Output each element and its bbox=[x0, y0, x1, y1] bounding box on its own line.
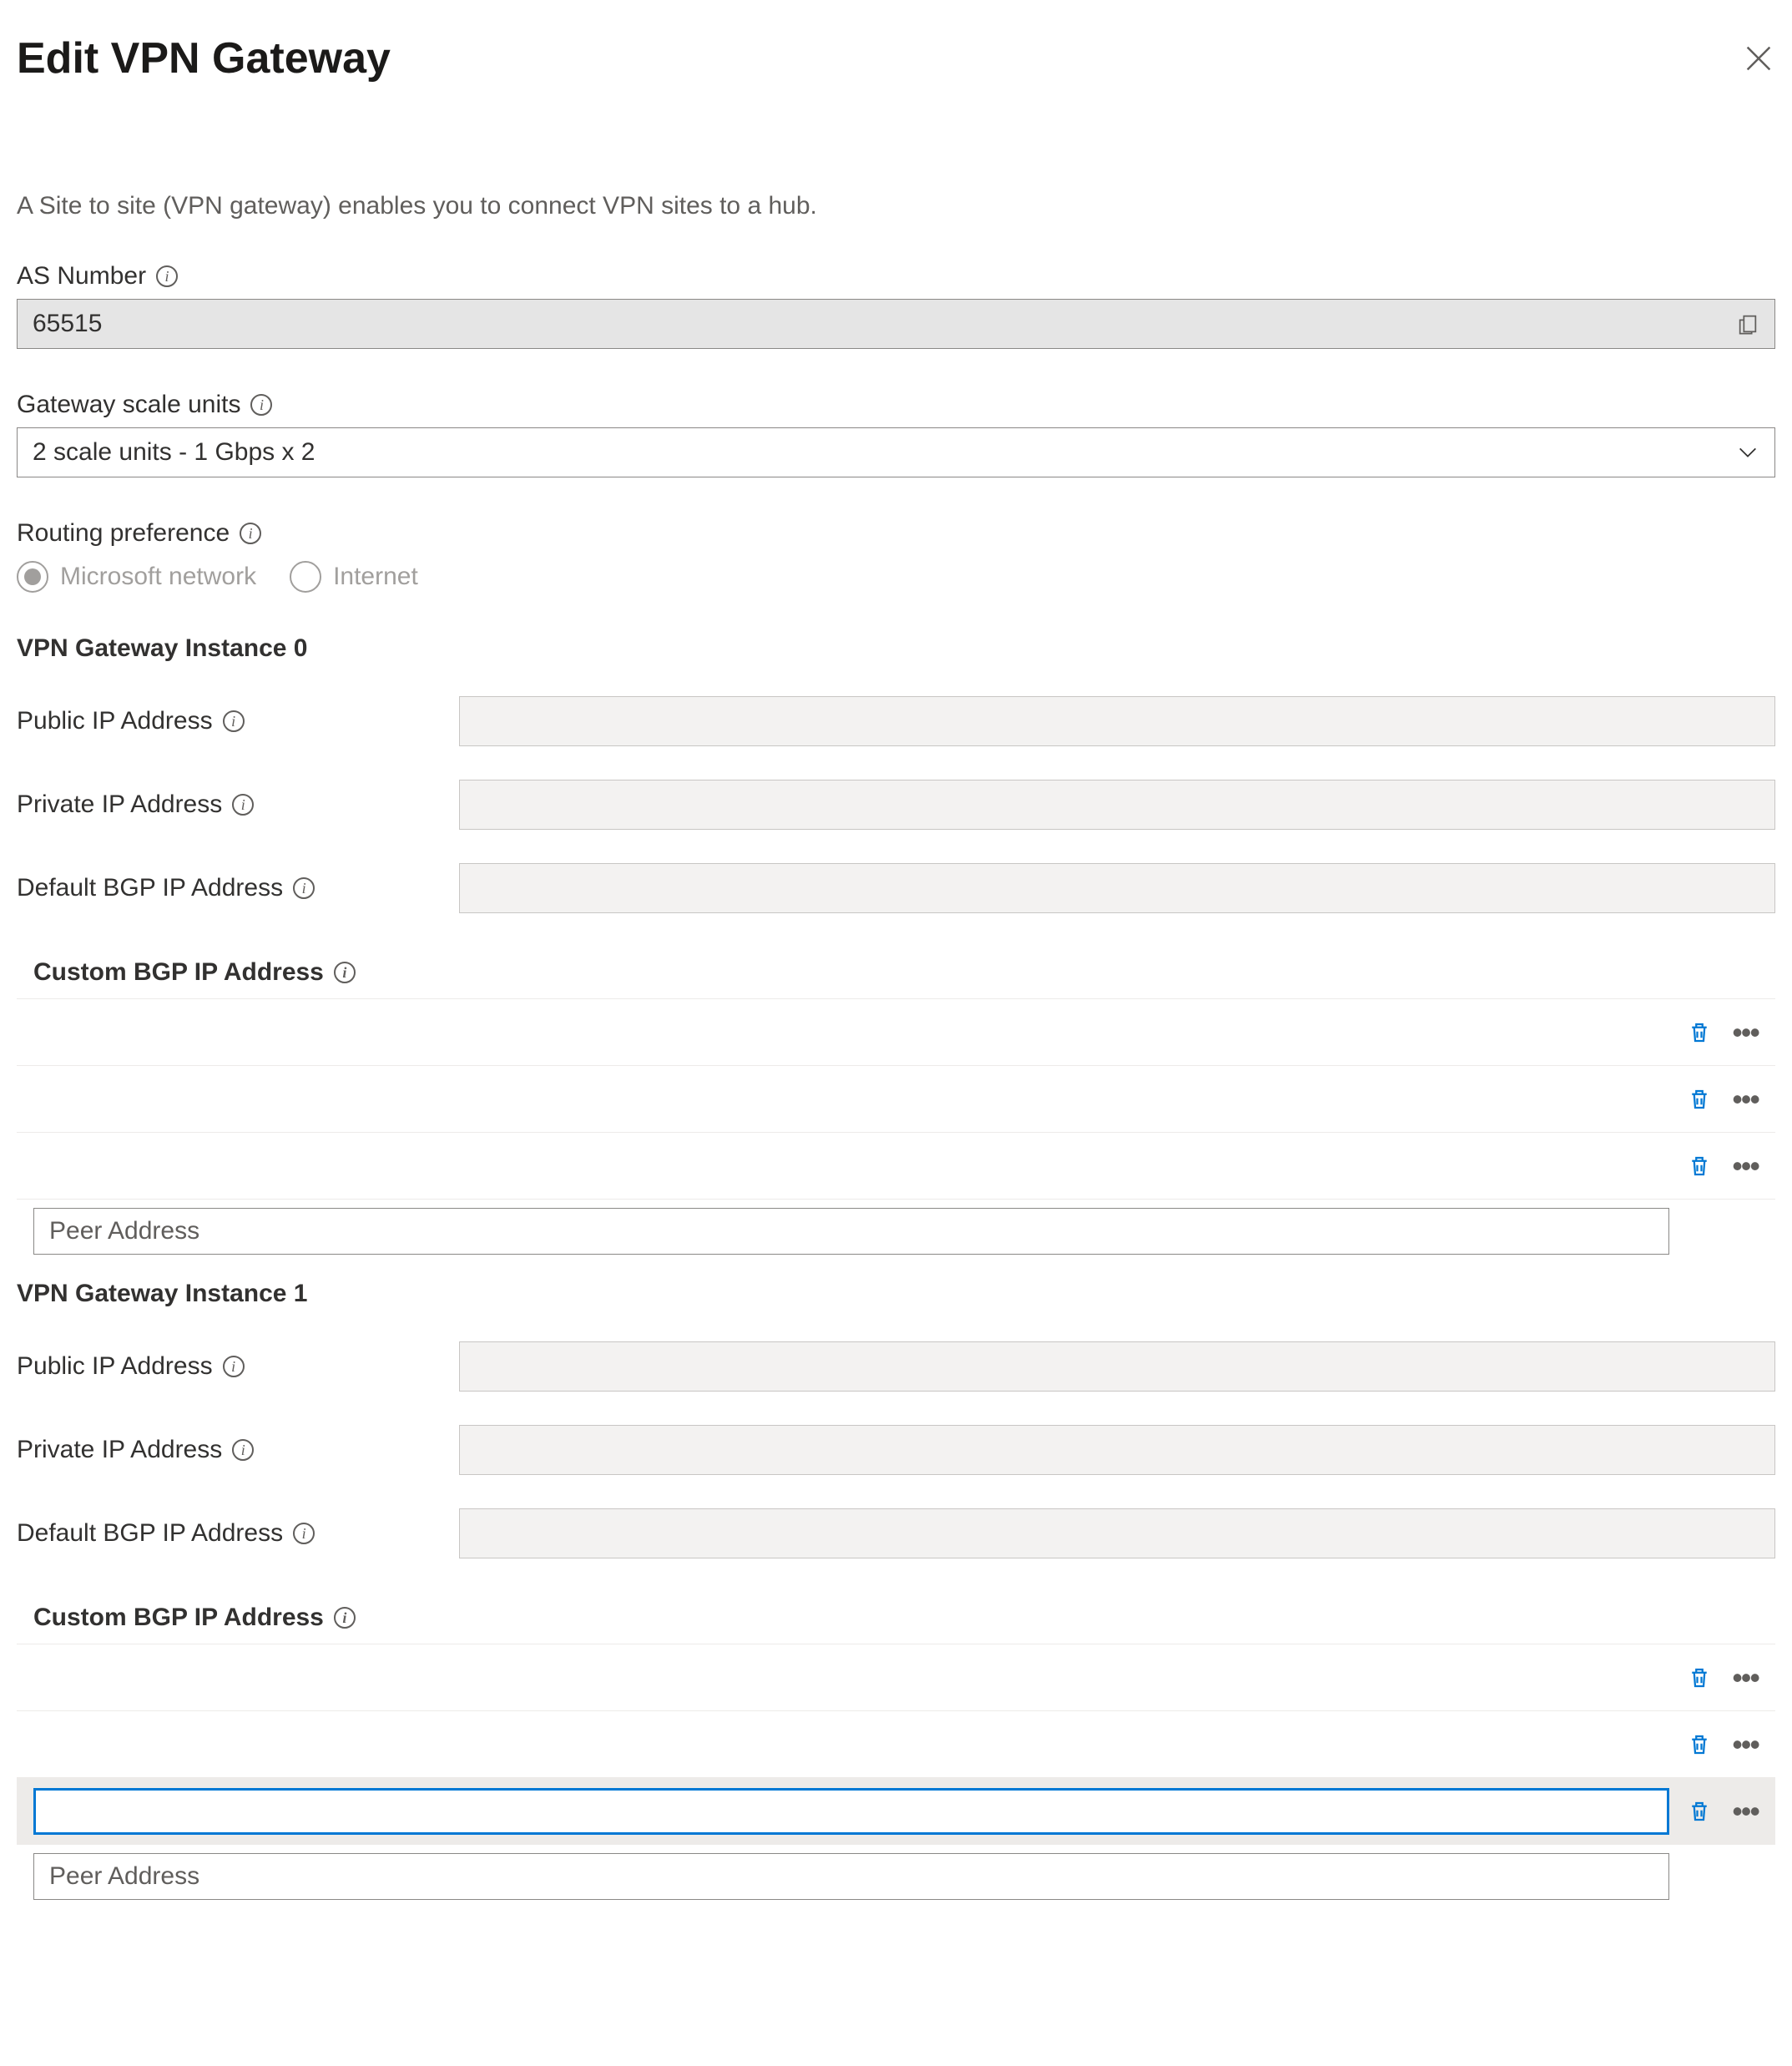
trash-icon[interactable] bbox=[1687, 1087, 1712, 1112]
custom-bgp-header-1: Custom BGP IP Address bbox=[33, 1604, 324, 1632]
more-icon[interactable]: ••• bbox=[1732, 1796, 1759, 1826]
info-icon[interactable]: i bbox=[156, 265, 178, 287]
custom-bgp-header-0: Custom BGP IP Address bbox=[33, 958, 324, 987]
description-text: A Site to site (VPN gateway) enables you… bbox=[17, 192, 1775, 220]
info-icon[interactable]: i bbox=[250, 394, 272, 416]
routing-pref-label: Routing preference bbox=[17, 519, 230, 548]
peer-address-input-0[interactable] bbox=[33, 1208, 1669, 1255]
instance-1-heading: VPN Gateway Instance 1 bbox=[17, 1280, 1775, 1308]
custom-bgp-row: ••• bbox=[17, 999, 1775, 1066]
close-button[interactable] bbox=[1742, 42, 1775, 75]
info-icon[interactable]: i bbox=[240, 523, 261, 544]
info-icon[interactable]: i bbox=[223, 710, 245, 732]
instance-0-heading: VPN Gateway Instance 0 bbox=[17, 634, 1775, 663]
custom-bgp-row-active[interactable]: ••• bbox=[17, 1778, 1775, 1845]
more-icon[interactable]: ••• bbox=[1732, 1084, 1759, 1114]
more-icon[interactable]: ••• bbox=[1732, 1018, 1759, 1048]
public-ip-field-1 bbox=[459, 1341, 1775, 1392]
more-icon[interactable]: ••• bbox=[1732, 1730, 1759, 1760]
custom-bgp-row: ••• bbox=[17, 1066, 1775, 1133]
trash-icon[interactable] bbox=[1687, 1799, 1712, 1824]
scale-units-label: Gateway scale units bbox=[17, 391, 240, 419]
info-icon[interactable]: i bbox=[334, 1607, 356, 1629]
info-icon[interactable]: i bbox=[223, 1356, 245, 1377]
as-number-value: 65515 bbox=[33, 310, 102, 338]
as-number-field: 65515 bbox=[17, 299, 1775, 349]
trash-icon[interactable] bbox=[1687, 1154, 1712, 1179]
info-icon[interactable]: i bbox=[334, 962, 356, 983]
public-ip-label: Public IP Address bbox=[17, 707, 213, 735]
more-icon[interactable]: ••• bbox=[1732, 1663, 1759, 1693]
routing-pref-internet-label: Internet bbox=[333, 563, 418, 591]
default-bgp-label: Default BGP IP Address bbox=[17, 874, 283, 902]
custom-bgp-row: ••• bbox=[17, 1133, 1775, 1200]
public-ip-field-0 bbox=[459, 696, 1775, 746]
routing-pref-ms-label: Microsoft network bbox=[60, 563, 256, 591]
scale-units-select[interactable]: 2 scale units - 1 Gbps x 2 bbox=[17, 427, 1775, 477]
info-icon[interactable]: i bbox=[293, 1523, 315, 1544]
private-ip-field-0 bbox=[459, 780, 1775, 830]
copy-icon[interactable] bbox=[1736, 312, 1759, 336]
default-bgp-label: Default BGP IP Address bbox=[17, 1519, 283, 1548]
peer-address-input-1[interactable] bbox=[33, 1853, 1669, 1900]
custom-bgp-row: ••• bbox=[17, 1711, 1775, 1778]
trash-icon[interactable] bbox=[1687, 1665, 1712, 1690]
chevron-down-icon bbox=[1736, 441, 1759, 464]
scale-units-value: 2 scale units - 1 Gbps x 2 bbox=[33, 438, 315, 467]
more-icon[interactable]: ••• bbox=[1732, 1151, 1759, 1181]
private-ip-field-1 bbox=[459, 1425, 1775, 1475]
page-title: Edit VPN Gateway bbox=[17, 33, 391, 83]
info-icon[interactable]: i bbox=[232, 1439, 254, 1461]
info-icon[interactable]: i bbox=[232, 794, 254, 816]
close-icon bbox=[1742, 42, 1775, 75]
default-bgp-field-0 bbox=[459, 863, 1775, 913]
custom-bgp-row: ••• bbox=[17, 1644, 1775, 1711]
routing-pref-internet: Internet bbox=[290, 561, 418, 593]
radio-icon bbox=[290, 561, 321, 593]
default-bgp-field-1 bbox=[459, 1508, 1775, 1558]
trash-icon[interactable] bbox=[1687, 1732, 1712, 1757]
public-ip-label: Public IP Address bbox=[17, 1352, 213, 1381]
info-icon[interactable]: i bbox=[293, 877, 315, 899]
trash-icon[interactable] bbox=[1687, 1020, 1712, 1045]
routing-pref-microsoft: Microsoft network bbox=[17, 561, 256, 593]
custom-bgp-input-active[interactable] bbox=[33, 1788, 1669, 1835]
private-ip-label: Private IP Address bbox=[17, 791, 222, 819]
as-number-label: AS Number bbox=[17, 262, 146, 290]
radio-icon bbox=[17, 561, 48, 593]
private-ip-label: Private IP Address bbox=[17, 1436, 222, 1464]
